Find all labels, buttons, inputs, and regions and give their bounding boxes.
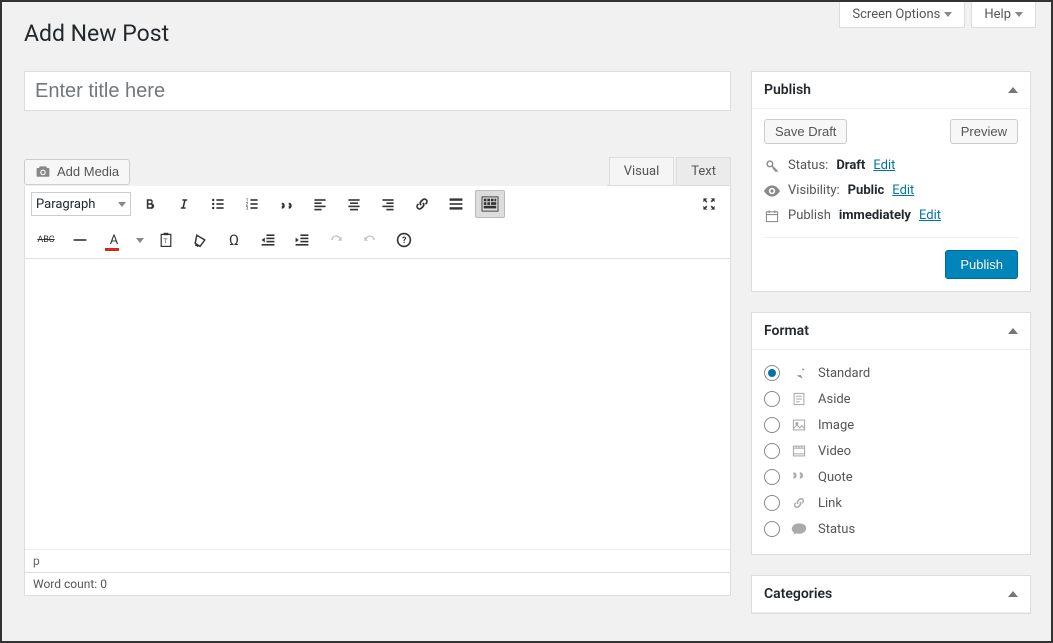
- status-value: Draft: [836, 158, 865, 173]
- fullscreen-button[interactable]: [694, 190, 724, 218]
- indent-button[interactable]: [287, 226, 317, 254]
- toolbar-toggle-button[interactable]: [475, 190, 505, 218]
- video-icon: [790, 444, 808, 458]
- calendar-icon: [764, 209, 780, 223]
- categories-box: Categories: [751, 575, 1031, 614]
- radio-checked-icon: [764, 365, 780, 381]
- categories-box-title: Categories: [764, 586, 832, 602]
- link-button[interactable]: [407, 190, 437, 218]
- format-option-standard[interactable]: Standard: [764, 360, 1018, 386]
- quote-icon: [790, 470, 808, 484]
- screen-options-toggle[interactable]: Screen Options: [839, 2, 965, 28]
- horizontal-rule-button[interactable]: [65, 226, 95, 254]
- bold-button[interactable]: [135, 190, 165, 218]
- edit-visibility-link[interactable]: Edit: [892, 183, 914, 198]
- save-draft-button[interactable]: Save Draft: [764, 119, 847, 144]
- keyboard-help-button[interactable]: ?: [389, 226, 419, 254]
- speech-bubble-icon: [790, 522, 808, 536]
- collapse-icon: [1008, 591, 1018, 597]
- pin-icon: [790, 365, 808, 381]
- publish-box-title: Publish: [764, 82, 811, 98]
- numbered-list-button[interactable]: 123: [237, 190, 267, 218]
- italic-button[interactable]: [169, 190, 199, 218]
- edit-status-link[interactable]: Edit: [873, 158, 895, 173]
- help-label: Help: [984, 7, 1011, 22]
- radio-icon: [764, 391, 780, 407]
- editor-tab-visual[interactable]: Visual: [609, 157, 675, 185]
- publish-box-header[interactable]: Publish: [752, 72, 1030, 109]
- bullet-list-button[interactable]: [203, 190, 233, 218]
- publish-button[interactable]: Publish: [945, 250, 1018, 279]
- format-box-title: Format: [764, 323, 809, 339]
- clear-formatting-button[interactable]: [185, 226, 215, 254]
- radio-icon: [764, 469, 780, 485]
- key-icon: [764, 159, 780, 173]
- format-box: Format Standard Aside: [751, 312, 1031, 555]
- undo-button[interactable]: [321, 226, 351, 254]
- format-option-video[interactable]: Video: [764, 438, 1018, 464]
- screen-options-label: Screen Options: [852, 7, 940, 22]
- outdent-button[interactable]: [253, 226, 283, 254]
- svg-text:3: 3: [246, 206, 249, 212]
- visibility-label: Visibility:: [788, 183, 840, 198]
- post-content-editor[interactable]: [25, 259, 730, 549]
- categories-box-header[interactable]: Categories: [752, 576, 1030, 613]
- format-option-status[interactable]: Status: [764, 516, 1018, 542]
- chevron-down-icon: [944, 12, 952, 17]
- editor-tab-text[interactable]: Text: [676, 157, 731, 185]
- format-option-quote[interactable]: Quote: [764, 464, 1018, 490]
- read-more-button[interactable]: [441, 190, 471, 218]
- editor-status-path: p: [25, 549, 730, 572]
- chain-icon: [790, 496, 808, 510]
- special-character-button[interactable]: Ω: [219, 226, 249, 254]
- blockquote-button[interactable]: [271, 190, 301, 218]
- svg-text:?: ?: [402, 236, 407, 246]
- schedule-label: Publish: [788, 208, 831, 223]
- paste-text-button[interactable]: T: [151, 226, 181, 254]
- edit-schedule-link[interactable]: Edit: [919, 208, 941, 223]
- radio-icon: [764, 495, 780, 511]
- align-right-button[interactable]: [373, 190, 403, 218]
- add-media-label: Add Media: [57, 164, 119, 179]
- eye-icon: [764, 185, 780, 197]
- visibility-value: Public: [848, 183, 885, 198]
- format-option-image[interactable]: Image: [764, 412, 1018, 438]
- align-left-button[interactable]: [305, 190, 335, 218]
- editor-toolbar: Paragraph 123 ABC A: [25, 186, 730, 259]
- redo-button[interactable]: [355, 226, 385, 254]
- schedule-value: immediately: [839, 208, 911, 223]
- help-toggle[interactable]: Help: [971, 2, 1036, 28]
- collapse-icon: [1008, 328, 1018, 334]
- collapse-icon: [1008, 87, 1018, 93]
- radio-icon: [764, 417, 780, 433]
- editor-container: Paragraph 123 ABC A: [24, 186, 731, 596]
- paragraph-format-select[interactable]: Paragraph: [31, 192, 131, 216]
- document-icon: [790, 392, 808, 406]
- format-box-header[interactable]: Format: [752, 313, 1030, 350]
- preview-button[interactable]: Preview: [950, 119, 1018, 144]
- add-media-button[interactable]: Add Media: [24, 159, 130, 185]
- text-color-button[interactable]: A: [99, 226, 129, 254]
- chevron-down-icon: [1015, 12, 1023, 17]
- publish-box: Publish Save Draft Preview Status: Draft…: [751, 71, 1031, 292]
- format-option-link[interactable]: Link: [764, 490, 1018, 516]
- word-count-bar: Word count: 0: [25, 572, 730, 595]
- format-option-aside[interactable]: Aside: [764, 386, 1018, 412]
- align-center-button[interactable]: [339, 190, 369, 218]
- text-color-dropdown[interactable]: [133, 226, 147, 254]
- strikethrough-button[interactable]: ABC: [31, 226, 61, 254]
- svg-text:T: T: [164, 237, 168, 245]
- post-title-input[interactable]: [24, 71, 731, 111]
- chevron-down-icon: [118, 202, 126, 207]
- status-label: Status:: [788, 158, 828, 173]
- camera-icon: [35, 164, 51, 180]
- radio-icon: [764, 521, 780, 537]
- image-icon: [790, 418, 808, 432]
- radio-icon: [764, 443, 780, 459]
